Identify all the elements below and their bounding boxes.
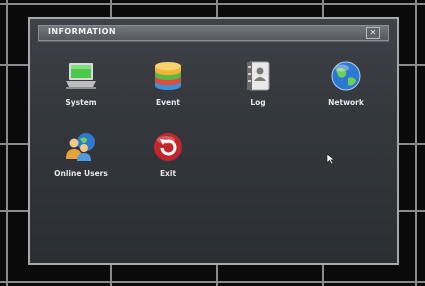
divider xyxy=(38,41,389,42)
system-button[interactable]: System xyxy=(45,58,117,118)
information-window: INFORMATION ✕ System Event Log Network O… xyxy=(28,17,399,265)
event-button[interactable]: Event xyxy=(132,58,204,118)
exit-button[interactable]: Exit xyxy=(132,129,204,189)
menu-label: Event xyxy=(155,98,181,107)
exit-icon xyxy=(154,133,182,161)
menu-label: System xyxy=(65,98,97,107)
menu-label: Online Users xyxy=(54,169,108,178)
menu-label: Exit xyxy=(159,169,177,178)
log-book-icon xyxy=(247,61,270,91)
users-globe-icon xyxy=(66,133,95,161)
window-title: INFORMATION xyxy=(48,27,116,36)
title-bar: INFORMATION ✕ xyxy=(38,25,389,41)
event-stack-icon xyxy=(155,62,181,90)
log-button[interactable]: Log xyxy=(222,58,294,118)
menu-label: Log xyxy=(250,98,266,107)
laptop-icon xyxy=(66,63,96,89)
close-button[interactable]: ✕ xyxy=(366,27,380,39)
online-users-button[interactable]: Online Users xyxy=(45,129,117,189)
mouse-cursor-icon xyxy=(326,153,336,165)
globe-icon xyxy=(331,61,361,91)
menu-label: Network xyxy=(328,98,364,107)
network-button[interactable]: Network xyxy=(310,58,382,118)
